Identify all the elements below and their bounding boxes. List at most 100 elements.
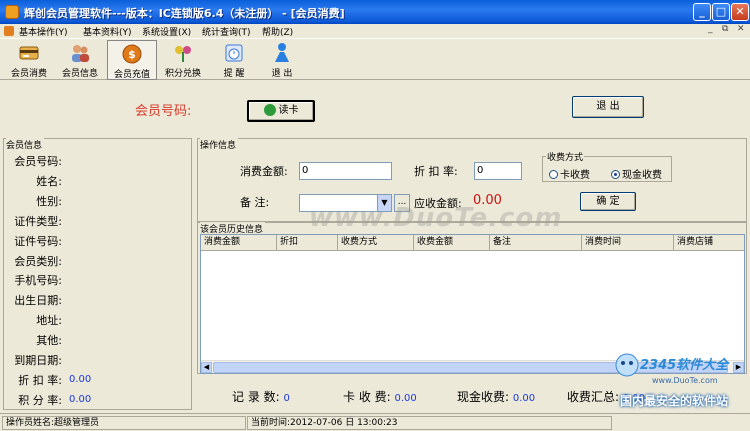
cash-fee-summary: 现金收费: 0.00	[457, 388, 535, 405]
member-field-label: 证件类型:	[14, 215, 62, 228]
toolbar-label: 提 醒	[223, 69, 245, 79]
pay-method-cash-radio[interactable]: 现金收费	[611, 166, 662, 181]
radio-label: 现金收费	[622, 170, 662, 181]
svg-text:$: $	[128, 48, 136, 61]
operator-label: 操作员姓名:	[6, 418, 55, 428]
operation-header: 操作信息	[200, 138, 239, 151]
window-title: 辉创会员管理软件---版本：IC连锁版6.4（未注册） - [会员消费]	[24, 7, 345, 20]
app-icon	[5, 5, 19, 19]
consume-amount-label: 消费金额:	[240, 165, 288, 178]
menu-system-settings[interactable]: 系统设置(X)	[142, 25, 191, 38]
time-cell: 当前时间:2012-07-06 日 13:00:23	[247, 416, 612, 430]
refresh-icon	[263, 104, 276, 116]
exit-person-icon	[275, 43, 289, 62]
column-header[interactable]: 收费金额	[414, 235, 490, 251]
records-summary: 记 录 数: 0	[232, 388, 290, 405]
remark-label: 备 注:	[240, 196, 270, 209]
minimize-button[interactable]: _	[693, 3, 711, 21]
member-field-label: 其他:	[36, 334, 62, 347]
column-header[interactable]: 备注	[490, 235, 582, 251]
confirm-button[interactable]: 确 定	[580, 192, 636, 211]
member-field-label: 证件号码:	[14, 235, 62, 248]
pay-method-group: 收费方式 卡收费 现金收费	[542, 150, 672, 182]
column-header[interactable]: 收费方式	[338, 235, 414, 251]
title-bar: 辉创会员管理软件---版本：IC连锁版6.4（未注册） - [会员消费] _ □…	[0, 0, 750, 24]
mdi-close-button[interactable]: ✕	[737, 24, 745, 34]
exit-button[interactable]: 退 出	[572, 96, 644, 118]
records-value: 0	[283, 393, 290, 404]
card-fee-summary: 卡 收 费: 0.00	[343, 388, 417, 405]
menu-help[interactable]: 帮助(Z)	[262, 25, 293, 38]
member-field-label: 积 分 率:	[18, 394, 62, 407]
toolbar: 会员消费 会员信息 $ 会员充值 积分兑换 提 醒 退 出	[0, 38, 750, 80]
radio-dot	[611, 170, 620, 179]
member-field-label: 出生日期:	[14, 294, 62, 307]
toolbar-label: 会员消费	[10, 69, 47, 79]
member-field-label: 折 扣 率:	[18, 374, 62, 387]
column-header[interactable]: 消费金额	[201, 235, 277, 251]
watermark-brand: 2345软件大全	[640, 358, 729, 373]
members-icon	[72, 45, 89, 62]
card-fee-label: 卡 收 费:	[343, 390, 391, 404]
discount-rate-input[interactable]: 0	[474, 162, 522, 180]
maximize-button[interactable]: □	[712, 3, 730, 21]
mdi-restore-button[interactable]: ⧉	[722, 24, 728, 34]
coin-icon: $	[122, 44, 142, 64]
toolbar-reminder[interactable]: 提 醒	[209, 40, 259, 80]
pay-method-header: 收费方式	[546, 150, 585, 163]
member-field-label: 会员号码:	[14, 155, 62, 168]
menu-basic-operation[interactable]: 基本操作(Y)	[19, 25, 68, 38]
card-icon	[19, 46, 39, 60]
member-field-value: 0.00	[69, 394, 92, 405]
member-field-label: 手机号码:	[14, 274, 62, 287]
watermark-slogan: 国内最安全的软件站	[620, 394, 729, 408]
member-number-label: 会员号码:	[135, 104, 192, 119]
column-header[interactable]: 折扣	[277, 235, 338, 251]
toolbar-points-exchange[interactable]: 积分兑换	[158, 40, 208, 80]
toolbar-member-consume[interactable]: 会员消费	[4, 40, 54, 80]
toolbar-member-info[interactable]: 会员信息	[55, 40, 105, 80]
column-header[interactable]: 消费店铺	[674, 235, 744, 251]
records-label: 记 录 数:	[232, 390, 280, 404]
consume-amount-input[interactable]: 0	[299, 162, 392, 180]
menu-statistics[interactable]: 统计查询(T)	[202, 25, 251, 38]
operator-name: 超级管理员	[54, 418, 100, 428]
watermark-url: www.DuoTe.com	[652, 376, 718, 385]
read-card-label: 读卡	[278, 105, 299, 116]
toolbar-label: 会员信息	[61, 69, 98, 79]
logo-icon	[615, 353, 639, 377]
card-fee-value: 0.00	[394, 393, 417, 404]
toolbar-label: 会员充值	[113, 70, 150, 80]
pay-method-card-radio[interactable]: 卡收费	[549, 166, 590, 181]
member-field-label: 到期日期:	[14, 354, 62, 367]
toolbar-label: 积分兑换	[164, 69, 201, 79]
discount-rate-label: 折 扣 率:	[414, 165, 458, 178]
reminder-icon	[225, 44, 243, 62]
menu-bar: 基本操作(Y) 基本资料(Y) 系统设置(X) 统计查询(T) 帮助(Z) _ …	[0, 24, 750, 38]
operator-cell: 操作员姓名:超级管理员	[2, 416, 246, 430]
toolbar-exit[interactable]: 退 出	[257, 40, 307, 80]
cash-fee-label: 现金收费:	[457, 390, 510, 404]
toolbar-member-recharge[interactable]: $ 会员充值	[107, 40, 157, 80]
member-field-label: 地址:	[36, 314, 62, 327]
read-card-button[interactable]: 读卡	[247, 100, 315, 122]
mdi-minimize-button[interactable]: _	[708, 24, 713, 34]
toolbar-label: 退 出	[271, 69, 293, 79]
cash-fee-value: 0.00	[512, 393, 536, 404]
time-value: 2012-07-06 日 13:00:23	[290, 418, 398, 428]
menu-basic-data[interactable]: 基本资料(Y)	[83, 25, 132, 38]
column-header[interactable]: 消费时间	[582, 235, 674, 251]
member-field-label: 姓名:	[36, 175, 62, 188]
mdi-app-icon	[4, 26, 14, 36]
member-field-label: 会员类别:	[14, 255, 62, 268]
status-bar: 操作员姓名:超级管理员 当前时间:2012-07-06 日 13:00:23	[0, 413, 750, 431]
member-field-label: 性别:	[36, 195, 62, 208]
watermark-logo: 2345软件大全 www.DuoTe.com 国内最安全的软件站	[612, 352, 748, 410]
gift-icon	[175, 46, 191, 62]
scroll-left-icon[interactable]: ◀	[201, 362, 212, 373]
member-field-value: 0.00	[69, 374, 92, 385]
member-info-header: 会员信息	[6, 138, 45, 151]
radio-label: 卡收费	[560, 170, 590, 181]
radio-dot	[549, 170, 558, 179]
close-button[interactable]: ✕	[731, 3, 749, 21]
